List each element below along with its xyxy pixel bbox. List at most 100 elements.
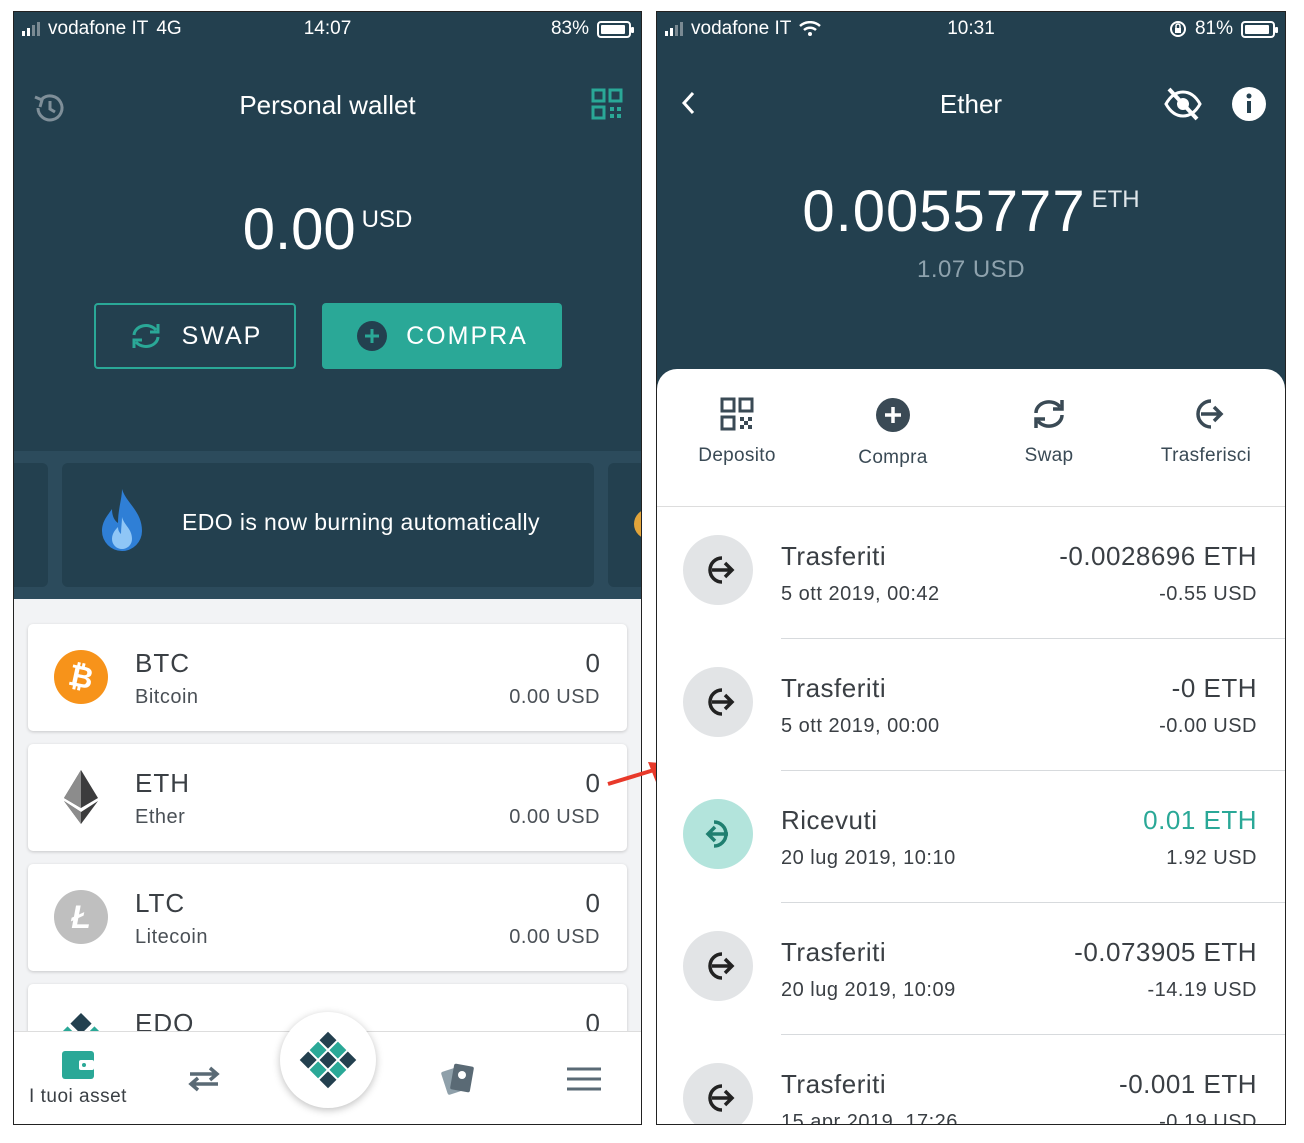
flame-icon	[96, 487, 148, 564]
coin-icon	[634, 509, 641, 539]
edo-logo-icon	[299, 1031, 357, 1089]
right-phone-screen: vodafone IT 10:31 81% Ether 0.0055777 ETH…	[656, 11, 1286, 1125]
transaction-row[interactable]: Trasferiti 5 ott 2019, 00:42 -0.0028696 …	[657, 507, 1285, 639]
transaction-row[interactable]: Trasferiti 5 ott 2019, 00:00 -0 ETH -0.0…	[657, 639, 1285, 771]
hide-balance-eye-icon[interactable]	[1163, 86, 1203, 127]
sent-icon	[683, 1063, 753, 1124]
litecoin-icon: Ł	[54, 890, 108, 944]
tx-type: Trasferiti	[781, 1069, 887, 1099]
tx-type: Trasferiti	[781, 541, 887, 571]
rotation-lock-icon	[1169, 21, 1186, 37]
asset-usd: 0.00 USD	[509, 686, 600, 708]
tx-usd: -0.19 USD	[1159, 1111, 1257, 1125]
swap-icon	[132, 324, 160, 348]
tx-type: Trasferiti	[781, 673, 887, 703]
transaction-row[interactable]: Trasferiti 15 apr 2019, 17:26 -0.001 ETH…	[657, 1035, 1285, 1125]
clock: 14:07	[303, 18, 352, 39]
plus-circle-icon	[357, 321, 388, 351]
promo-card[interactable]: EDO is now burning automatically	[62, 463, 594, 587]
status-bar: vodafone IT 10:31 81%	[657, 12, 1285, 46]
asset-balance: 0.0055777 ETH	[657, 178, 1285, 245]
plus-circle-icon	[876, 398, 910, 432]
send-icon	[1196, 399, 1224, 429]
sent-icon	[683, 667, 753, 737]
tx-date: 5 ott 2019, 00:42	[781, 583, 940, 605]
tx-amount: -0 ETH	[1171, 673, 1257, 703]
tx-date: 15 apr 2019, 17:26	[781, 1111, 958, 1125]
tx-usd: 1.92 USD	[1166, 847, 1257, 869]
asset-name: Bitcoin	[135, 686, 199, 708]
total-balance: 0.00 USD	[14, 196, 641, 263]
asset-symbol: LTC	[135, 888, 186, 918]
balance-currency: ETH	[1091, 186, 1140, 213]
tx-type: Ricevuti	[781, 805, 878, 835]
tx-usd: -0.00 USD	[1159, 715, 1257, 737]
nav-cards[interactable]	[428, 1032, 488, 1124]
transaction-row[interactable]: Ricevuti 20 lug 2019, 10:10 0.01 ETH 1.9…	[657, 771, 1285, 903]
tx-usd: -0.55 USD	[1159, 583, 1257, 605]
asset-row-eth[interactable]: ETH Ether 0 0.00 USD	[28, 744, 627, 851]
asset-usd: 0.00 USD	[509, 926, 600, 948]
promo-card-prev[interactable]	[14, 463, 48, 587]
bitcoin-icon: ₿	[54, 650, 108, 704]
promo-carousel[interactable]: EDO is now burning automatically	[14, 451, 641, 599]
tx-usd: -14.19 USD	[1147, 979, 1257, 1001]
balance-usd: 1.07 USD	[916, 256, 1026, 283]
swap-button[interactable]: SWAP	[94, 303, 296, 369]
asset-amount: 0	[585, 648, 600, 678]
asset-name: Litecoin	[135, 926, 208, 948]
balance-value: 0.0055777	[802, 179, 1086, 244]
bottom-nav: I tuoi asset	[14, 1012, 641, 1124]
status-bar: vodafone IT 4G 14:07 83%	[14, 12, 641, 46]
tx-amount: -0.001 ETH	[1119, 1069, 1257, 1099]
asset-symbol: ETH	[135, 768, 190, 798]
page-title: Personal wallet	[239, 90, 416, 120]
cards-icon	[441, 1063, 474, 1095]
asset-row-ltc[interactable]: Ł LTC Litecoin 0 0.00 USD	[28, 864, 627, 971]
menu-icon	[567, 1067, 601, 1090]
wallet-icon	[62, 1050, 94, 1079]
buy-action[interactable]: Compra	[813, 397, 973, 469]
edo-home-button[interactable]	[280, 1012, 376, 1108]
nav-menu[interactable]	[554, 1032, 614, 1124]
svg-text:Ł: Ł	[70, 899, 91, 935]
transaction-row[interactable]: Trasferiti 20 lug 2019, 10:09 -0.073905 …	[657, 903, 1285, 1035]
asset-row-btc[interactable]: ₿ BTC Bitcoin 0 0.00 USD	[28, 624, 627, 731]
exchange-arrows-icon	[188, 1066, 220, 1091]
info-icon[interactable]	[1231, 86, 1267, 127]
sent-icon	[683, 535, 753, 605]
wallet-header: Personal wallet 0.00 USD SWAP COMPRA	[14, 46, 641, 451]
transactions-sheet: Deposito Compra Swap Trasferisci Trasfer…	[657, 369, 1285, 1125]
ether-icon	[64, 770, 98, 824]
swap-label: Swap	[1024, 445, 1074, 466]
nav-assets[interactable]: I tuoi asset	[22, 1032, 134, 1124]
buy-button[interactable]: COMPRA	[322, 303, 562, 369]
swap-icon	[1034, 400, 1064, 428]
qr-code-icon[interactable]	[591, 88, 623, 125]
balance-currency: USD	[361, 206, 413, 233]
battery-icon	[1241, 20, 1278, 38]
action-bar: Deposito Compra Swap Trasferisci	[657, 369, 1285, 507]
tx-date: 5 ott 2019, 00:00	[781, 715, 940, 737]
nav-assets-label: I tuoi asset	[29, 1085, 127, 1107]
transfer-label: Trasferisci	[1160, 445, 1252, 466]
promo-card-next[interactable]	[608, 463, 641, 587]
promo-text: EDO is now burning automatically	[182, 509, 540, 535]
nav-exchange[interactable]	[174, 1032, 234, 1124]
deposit-action[interactable]: Deposito	[657, 397, 817, 467]
qr-icon	[720, 397, 754, 431]
swap-action[interactable]: Swap	[969, 397, 1129, 467]
transfer-action[interactable]: Trasferisci	[1126, 397, 1285, 467]
received-icon	[683, 799, 753, 869]
tx-amount: 0.01 ETH	[1143, 805, 1257, 835]
balance-value: 0.00	[242, 197, 356, 262]
buy-label: COMPRA	[406, 321, 528, 350]
battery-icon	[597, 20, 634, 38]
tx-type: Trasferiti	[781, 937, 887, 967]
swap-label: SWAP	[181, 321, 263, 350]
deposit-label: Deposito	[698, 445, 776, 466]
tx-amount: -0.0028696 ETH	[1059, 541, 1257, 571]
asset-list: ₿ BTC Bitcoin 0 0.00 USD ETH Ether 0 0.0…	[14, 599, 641, 1039]
tx-date: 20 lug 2019, 10:09	[781, 979, 956, 1001]
sent-icon	[683, 931, 753, 1001]
